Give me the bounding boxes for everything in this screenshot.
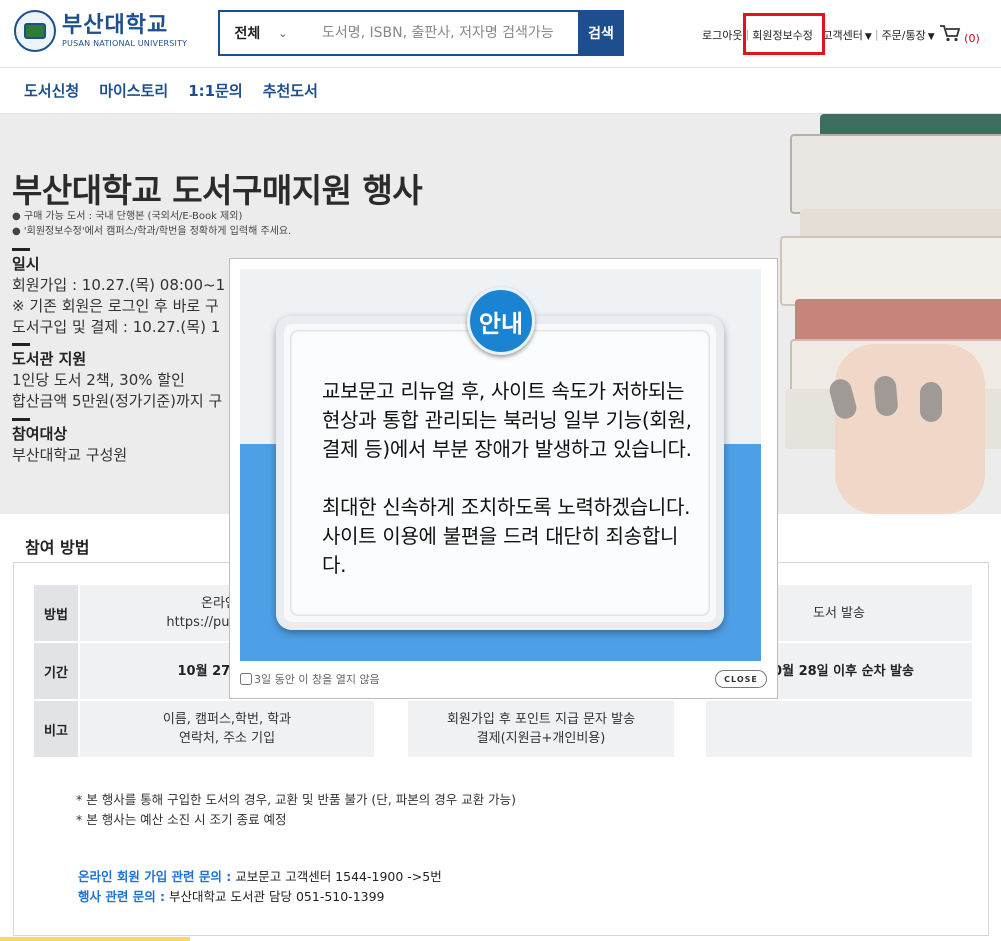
highlight-box: [743, 13, 825, 55]
divider: |: [874, 28, 879, 41]
contact-line: 온라인 회원 가입 관련 문의 : 교보문고 고객센터 1544-1900 ->…: [78, 867, 442, 887]
contact-line: 행사 관련 문의 : 부산대학교 도서관 담당 051-510-1399: [78, 887, 442, 907]
cart-count-badge: (0): [964, 32, 980, 45]
logo-english-name: PUSAN NATIONAL UNIVERSITY: [62, 39, 188, 48]
dont-show-checkbox[interactable]: [240, 673, 252, 685]
cell-text: 10월 28일 이후 순차 발송: [764, 663, 914, 679]
contact-key: 행사 관련 문의 :: [78, 889, 166, 904]
nav-item-inquiry[interactable]: 1:1문의: [188, 80, 242, 101]
section-line: 합산금액 5만원(정가기준)까지 구: [12, 392, 223, 410]
row-label-method: 방법: [34, 585, 78, 641]
logout-link[interactable]: 로그아웃: [702, 27, 742, 43]
table-cell: [706, 701, 972, 757]
notice-paragraph: 최대한 신속하게 조치하도록 노력하겠습니다. 사이트 이용에 불편을 드려 대…: [322, 495, 691, 577]
section-line: ※ 기존 회원은 로그인 후 바로 구: [12, 297, 219, 315]
table-cell: 이름, 캠퍼스,학번, 학과 연락처, 주소 기입: [80, 701, 374, 757]
notice-popup: 안내 교보문고 리뉴얼 후, 사이트 속도가 저하되는 현상과 통합 관리되는 …: [229, 258, 778, 699]
footnote: * 본 행사는 예산 소진 시 조기 종료 예정: [76, 812, 287, 827]
popup-footer: 3일 동안 이 창을 열지 않음 CLOSE: [240, 667, 767, 691]
notice-message: 교보문고 리뉴얼 후, 사이트 속도가 저하되는 현상과 통합 관리되는 북러닝…: [322, 377, 702, 609]
event-note: ● '회원정보수정'에서 캠퍼스/학과/학번을 정확하게 입력해 주세요.: [12, 226, 292, 237]
contact-info: 온라인 회원 가입 관련 문의 : 교보문고 고객센터 1544-1900 ->…: [78, 867, 442, 907]
section-line: 부산대학교 구성원: [12, 446, 128, 464]
cart-icon: [939, 25, 960, 42]
cell-text: 결제(지원금+개인비용): [476, 731, 606, 746]
caret-down-icon: ▼: [864, 31, 872, 42]
schedule-section: 일시 회원가입 : 10.27.(목) 08:00~1 ※ 기존 회원은 로그인…: [12, 248, 226, 338]
main-nav: 도서신청 마이스토리 1:1문의 추천도서: [0, 68, 1001, 114]
nav-item-book-request[interactable]: 도서신청: [24, 80, 79, 101]
search-button[interactable]: 검색: [578, 10, 624, 56]
event-notes: ● 구매 가능 도서 : 국내 단행본 (국외서/E-Book 제외) ● '회…: [12, 209, 291, 239]
library-support-section: 도서관 지원 1인당 도서 2책, 30% 할인 합산금액 5만원(정가기준)까…: [12, 343, 223, 412]
row-label-remarks: 비고: [34, 701, 78, 757]
chevron-down-icon: ⌄: [278, 26, 288, 40]
orders-label: 주문/통장: [881, 28, 926, 42]
search-category-select[interactable]: 전체 ⌄: [220, 12, 302, 54]
contact-value: 부산대학교 도서관 담당 051-510-1399: [165, 889, 385, 904]
section-line: 도서구입 및 결제 : 10.27.(목) 1: [12, 318, 221, 336]
event-note: ● 구매 가능 도서 : 국내 단행본 (국외서/E-Book 제외): [12, 211, 243, 222]
participation-title: 참여 방법: [25, 538, 90, 557]
books-hand-image: [780, 114, 1001, 514]
footnote: * 본 행사를 통해 구입한 도서의 경우, 교환 및 반품 불가 (단, 파본…: [76, 792, 517, 807]
table-cell: 회원가입 후 포인트 지급 문자 발송 결제(지원금+개인비용): [408, 701, 674, 757]
section-line: 1인당 도서 2책, 30% 할인: [12, 371, 185, 389]
cell-text: 도서 발송: [813, 605, 865, 621]
university-seal-icon: [14, 10, 56, 52]
search-input[interactable]: [302, 12, 610, 54]
nav-item-recommended[interactable]: 추천도서: [263, 80, 318, 101]
row-label-period: 기간: [34, 643, 78, 699]
cell-text: 이름, 캠퍼스,학번, 학과: [162, 712, 292, 727]
event-footnotes: * 본 행사를 통해 구입한 도서의 경우, 교환 및 반품 불가 (단, 파본…: [76, 790, 516, 830]
cell-text: 회원가입 후 포인트 지급 문자 발송: [446, 712, 636, 727]
dont-show-label[interactable]: 3일 동안 이 창을 열지 않음: [254, 671, 380, 687]
header: 부산대학교 PUSAN NATIONAL UNIVERSITY 전체 ⌄ ▼ 검…: [0, 0, 1001, 68]
university-logo[interactable]: 부산대학교 PUSAN NATIONAL UNIVERSITY: [14, 10, 187, 52]
logo-korean-name: 부산대학교: [62, 13, 169, 38]
contact-value: 교보문고 고객센터 1544-1900 ->5번: [231, 869, 442, 884]
close-button[interactable]: CLOSE: [715, 670, 767, 688]
cart-button[interactable]: (0): [939, 24, 980, 45]
section-heading: 일시: [12, 248, 225, 275]
cell-text: 연락처, 주소 기입: [178, 731, 276, 746]
contact-key: 온라인 회원 가입 관련 문의 :: [78, 869, 232, 884]
eligibility-section: 참여대상 부산대학교 구성원: [12, 418, 128, 466]
bottom-accent-bar: [0, 937, 190, 941]
notice-badge: 안내: [467, 287, 535, 355]
section-line: 회원가입 : 10.27.(목) 08:00~1: [12, 276, 226, 294]
nav-item-my-story[interactable]: 마이스토리: [99, 80, 168, 101]
section-heading: 도서관 지원: [12, 343, 222, 370]
notice-paragraph: 교보문고 리뉴얼 후, 사이트 속도가 저하되는 현상과 통합 관리되는 북러닝…: [322, 379, 692, 461]
section-heading: 참여대상: [12, 418, 127, 445]
orders-menu[interactable]: 주문/통장 ▼: [882, 27, 935, 43]
caret-down-icon: ▼: [927, 31, 935, 42]
customer-center-label: 고객센터: [822, 28, 863, 42]
search-category-label: 전체: [234, 26, 261, 42]
customer-center-menu[interactable]: 고객센터 ▼: [822, 27, 871, 43]
search-bar: 전체 ⌄ ▼ 검색: [218, 10, 624, 56]
event-title: 부산대학교 도서구매지원 행사: [12, 171, 423, 210]
